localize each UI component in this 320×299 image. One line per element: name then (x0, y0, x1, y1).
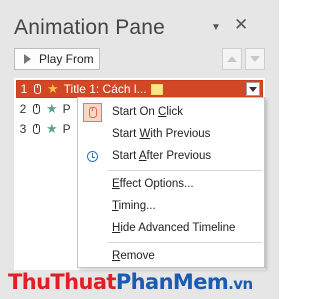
move-up-button[interactable] (222, 48, 242, 70)
item-dropdown-button[interactable] (246, 82, 260, 96)
play-from-button[interactable]: Play From (14, 48, 100, 70)
item-number: 1 (20, 82, 28, 96)
move-down-button[interactable] (245, 48, 265, 70)
menu-label: Effect Options... (112, 178, 194, 190)
play-from-label: Play From (39, 52, 94, 66)
mouse-icon (34, 84, 41, 94)
item-label: P (62, 102, 71, 116)
menu-hide-advanced-timeline[interactable]: Hide Advanced Timeline (78, 217, 264, 239)
menu-label: Timing... (112, 200, 156, 212)
item-number: 3 (19, 122, 27, 136)
context-menu: Start On Click Start With Previous Start… (77, 97, 265, 268)
mouse-icon (83, 103, 102, 122)
menu-start-after-previous[interactable]: Start After Previous (78, 145, 264, 167)
timing-bar (150, 83, 163, 95)
item-number: 2 (19, 102, 27, 116)
item-label: P (62, 122, 71, 136)
triangle-down-icon (250, 56, 260, 62)
watermark-part-3: .vn (228, 274, 253, 293)
triangle-up-icon (227, 56, 237, 62)
menu-start-with-previous[interactable]: Start With Previous (78, 123, 264, 145)
star-icon: ★ (47, 81, 59, 96)
star-icon: ★ (46, 101, 58, 116)
menu-label: Hide Advanced Timeline (112, 222, 236, 234)
pane-options-dropdown-icon[interactable]: ▼ (211, 21, 221, 34)
item-label: Title 1: Cách l... (63, 82, 147, 96)
close-icon[interactable]: ✕ (234, 16, 248, 33)
watermark-part-2: PhanMem (115, 269, 229, 294)
watermark-logo: ThuThuat PhanMem .vn (0, 264, 279, 299)
menu-label: Start On Click (112, 106, 183, 118)
menu-start-on-click[interactable]: Start On Click (78, 101, 264, 123)
menu-divider (108, 242, 262, 243)
animation-item-1[interactable]: 1 ★ Title 1: Cách l... (16, 80, 263, 98)
animation-pane: Animation Pane ▼ ✕ Play From 1 ★ Title 1… (0, 0, 279, 299)
pane-title: Animation Pane (14, 16, 166, 39)
menu-divider (108, 170, 262, 171)
mouse-icon (33, 104, 40, 114)
chevron-down-icon (249, 86, 257, 92)
mouse-icon (33, 124, 40, 134)
menu-timing[interactable]: Timing... (78, 195, 264, 217)
menu-label: Start With Previous (112, 128, 211, 140)
play-icon (24, 54, 31, 64)
star-icon: ★ (46, 121, 58, 136)
menu-label: Remove (112, 250, 155, 262)
watermark-part-1: ThuThuat (8, 269, 116, 294)
clock-icon (83, 147, 102, 166)
menu-label: Start After Previous (112, 150, 212, 162)
menu-effect-options[interactable]: Effect Options... (78, 173, 264, 195)
